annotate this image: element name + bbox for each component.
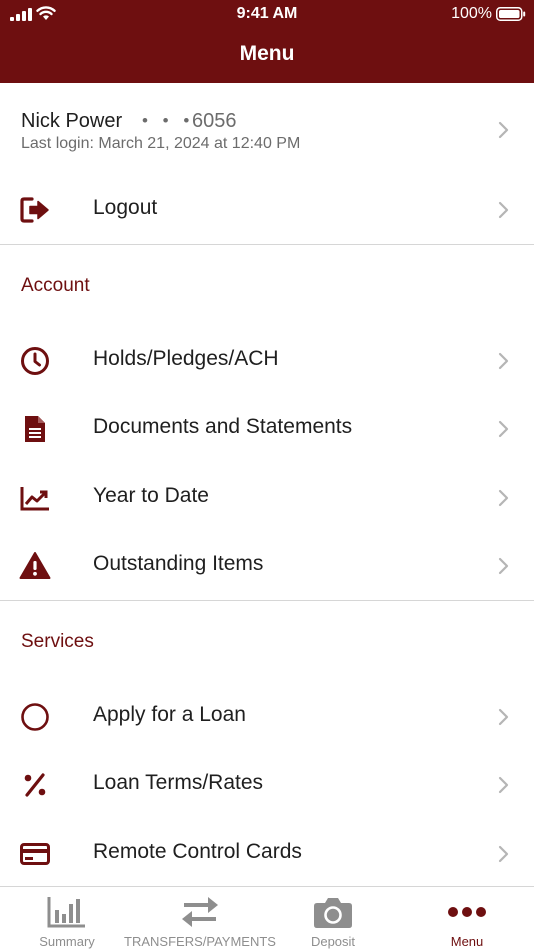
menu-item-remote-cards[interactable]: Remote Control Cards <box>0 821 534 885</box>
warning-icon <box>19 552 51 579</box>
page-title: Menu <box>239 42 295 65</box>
tab-label: TRANSFERS/PAYMENTS <box>124 934 276 949</box>
chevron-right-icon <box>498 845 509 863</box>
menu-item-outstanding[interactable]: Outstanding Items <box>0 533 534 597</box>
chevron-right-icon <box>498 352 509 370</box>
tab-summary[interactable]: Summary <box>15 887 119 950</box>
profile-name: Nick Power <box>21 110 123 132</box>
last-login-text: Last login: March 21, 2024 at 12:40 PM <box>21 135 301 152</box>
menu-item-label: Holds/Pledges/ACH <box>93 347 279 370</box>
chart-line-icon <box>20 487 49 511</box>
menu-item-label: Outstanding Items <box>93 552 264 575</box>
tab-label: Deposit <box>310 934 356 949</box>
menu-item-year-to-date[interactable]: Year to Date <box>0 465 534 529</box>
tab-bar: Summary TRANSFERS/PAYMENTS Deposit Menu <box>0 886 534 950</box>
section-divider <box>0 244 534 245</box>
chevron-right-icon <box>498 121 509 139</box>
menu-item-documents[interactable]: Documents and Statements <box>0 396 534 460</box>
profile-row[interactable]: Nick Power • • • 6056 Last login: March … <box>0 83 534 175</box>
circle-icon <box>21 703 49 731</box>
section-title-services: Services <box>21 631 94 652</box>
camera-icon <box>314 898 352 928</box>
tab-label: Summary <box>39 934 95 949</box>
menu-item-label: Remote Control Cards <box>93 840 302 863</box>
menu-item-label: Year to Date <box>93 484 209 507</box>
menu-item-loan-rates[interactable]: Loan Terms/Rates <box>0 752 534 816</box>
section-divider <box>0 600 534 601</box>
tab-label: Menu <box>450 934 484 949</box>
menu-item-holds[interactable]: Holds/Pledges/ACH <box>0 328 534 392</box>
status-bar: 9:41 AM 100% <box>0 0 534 28</box>
app-header: 9:41 AM 100% Menu <box>0 0 534 83</box>
logout-label: Logout <box>93 196 158 219</box>
document-icon <box>25 416 45 442</box>
account-suffix: 6056 <box>192 110 237 132</box>
chevron-right-icon <box>498 420 509 438</box>
section-title-account: Account <box>21 275 90 296</box>
menu-item-label: Documents and Statements <box>93 415 353 438</box>
menu-item-label: Apply for a Loan <box>93 703 246 726</box>
clock-icon <box>21 347 49 375</box>
menu-item-label: Loan Terms/Rates <box>93 771 264 794</box>
logout-button[interactable]: Logout <box>0 177 534 241</box>
chevron-right-icon <box>498 489 509 507</box>
account-mask: • • • <box>142 111 195 130</box>
tab-menu[interactable]: Menu <box>417 887 517 950</box>
chevron-right-icon <box>498 201 509 219</box>
more-dots-icon <box>448 907 486 917</box>
chevron-right-icon <box>498 776 509 794</box>
bar-chart-icon <box>47 897 85 928</box>
credit-card-icon <box>20 843 50 865</box>
chevron-right-icon <box>498 557 509 575</box>
tab-deposit[interactable]: Deposit <box>283 887 383 950</box>
battery-icon <box>496 7 526 21</box>
transfer-arrows-icon <box>182 897 218 927</box>
menu-item-apply-loan[interactable]: Apply for a Loan <box>0 684 534 748</box>
percent-icon <box>24 773 46 797</box>
chevron-right-icon <box>498 708 509 726</box>
logout-icon <box>20 197 49 223</box>
tab-transfers[interactable]: TRANSFERS/PAYMENTS <box>120 887 280 950</box>
battery-percent: 100% <box>451 5 492 22</box>
